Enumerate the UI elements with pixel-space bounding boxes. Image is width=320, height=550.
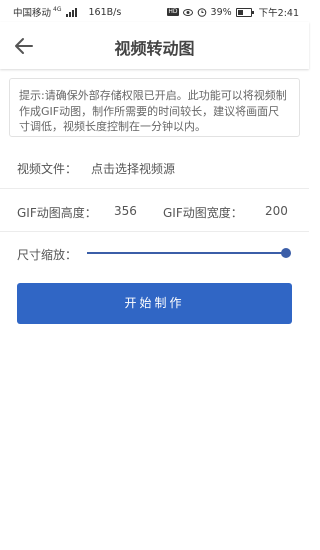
battery-icon: [235, 7, 254, 17]
status-bar: 中国移动 4G 161B/s HD 39% 下午2:41: [0, 0, 309, 22]
signal-icon: [66, 7, 78, 17]
hd-badge: HD: [167, 8, 179, 16]
battery-percent: 39%: [210, 6, 232, 18]
alarm-icon: [197, 8, 206, 17]
scale-slider-thumb[interactable]: [281, 248, 291, 258]
video-source-select[interactable]: 点击选择视频源: [91, 160, 175, 177]
page-title: 视频转动图: [114, 39, 195, 58]
gif-height-input[interactable]: 356: [114, 204, 137, 218]
network-type: 4G: [53, 6, 62, 13]
battery-fill: [237, 9, 243, 15]
clock: 下午2:41: [258, 8, 299, 19]
video-file-row[interactable]: 视频文件： 点击选择视频源: [0, 160, 309, 180]
divider: [0, 231, 309, 232]
divider: [0, 188, 309, 189]
scale-label: 尺寸缩放：: [17, 248, 78, 262]
eye-icon: [182, 8, 193, 16]
gif-height-label: GIF动图高度：: [17, 206, 97, 220]
start-button[interactable]: 开始制作: [17, 283, 292, 324]
gif-width-input[interactable]: 200: [265, 204, 288, 218]
scale-row: 尺寸缩放：: [0, 246, 309, 266]
status-right: HD 39% 下午2:41: [167, 5, 299, 19]
video-file-label: 视频文件：: [17, 162, 78, 176]
tip-box: 提示:请确保外部存储权限已开启。此功能可以将视频制作成GIF动图，制作所需要的时…: [9, 78, 300, 137]
status-left: 中国移动 4G 161B/s: [13, 5, 121, 19]
carrier-label: 中国移动: [13, 8, 52, 19]
app-bar: 视频转动图: [0, 22, 309, 69]
gif-size-row: GIF动图高度： 356 GIF动图宽度： 200: [0, 204, 309, 224]
gif-width-label: GIF动图宽度：: [163, 206, 243, 220]
network-speed: 161B/s: [88, 6, 122, 18]
scale-slider-track[interactable]: [87, 252, 287, 254]
